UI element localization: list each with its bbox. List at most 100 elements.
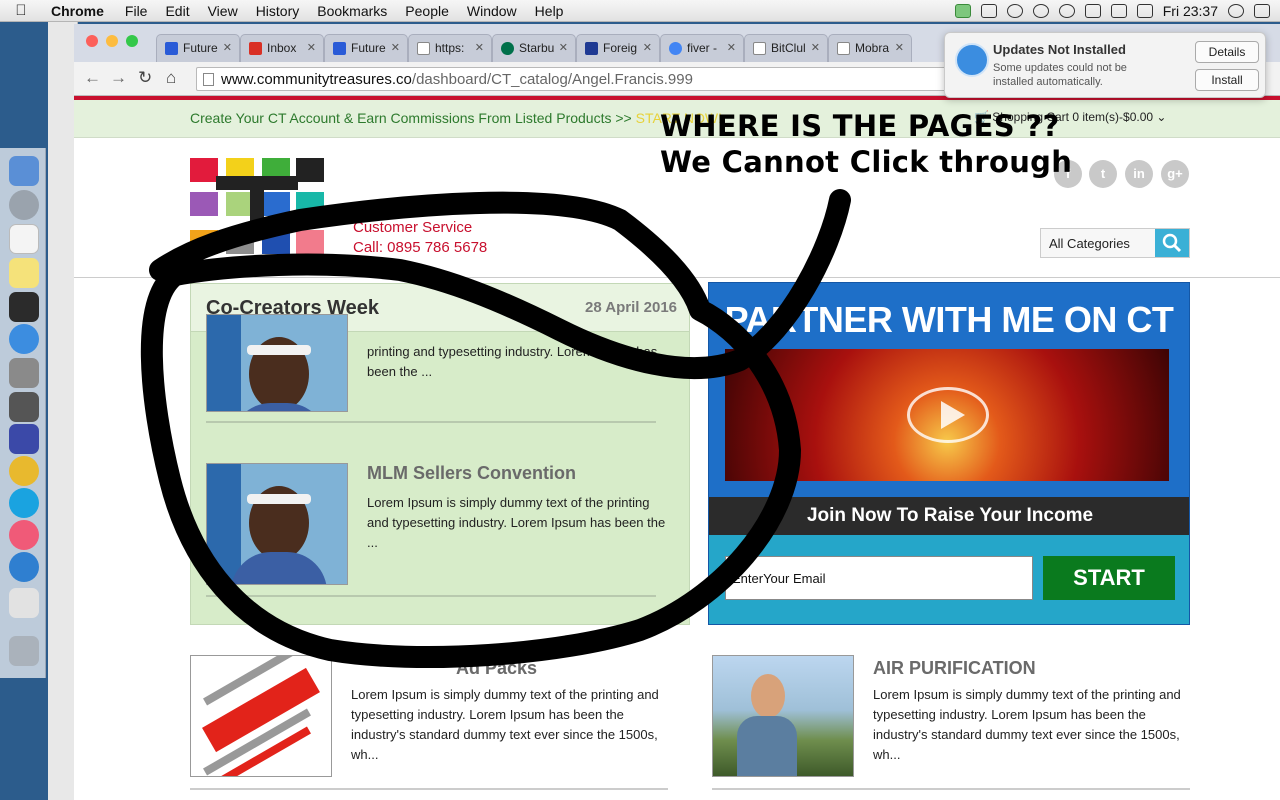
news-item-thumbnail[interactable] bbox=[206, 463, 348, 585]
promo-text[interactable]: Create Your CT Account & Earn Commission… bbox=[190, 110, 722, 126]
finder-icon[interactable] bbox=[9, 156, 39, 186]
openoffice-icon[interactable] bbox=[9, 552, 39, 582]
menu-app-name[interactable]: Chrome bbox=[42, 0, 116, 22]
site-logo[interactable] bbox=[190, 158, 324, 258]
email-field[interactable]: EnterYour Email bbox=[725, 556, 1033, 600]
menu-window[interactable]: Window bbox=[458, 0, 526, 22]
close-window-button[interactable] bbox=[86, 35, 98, 47]
close-tab-icon[interactable]: ✕ bbox=[475, 41, 484, 54]
notes-icon[interactable] bbox=[9, 258, 39, 288]
close-tab-icon[interactable]: ✕ bbox=[559, 41, 568, 54]
page-icon bbox=[417, 42, 430, 55]
favicon-icon bbox=[165, 42, 178, 55]
tab-inbox[interactable]: Inbox ✕ bbox=[240, 34, 324, 62]
home-icon[interactable]: ⌂ bbox=[166, 68, 176, 88]
close-tab-icon[interactable]: ✕ bbox=[391, 41, 400, 54]
tab-fiver[interactable]: fiver - ✕ bbox=[660, 34, 744, 62]
skype-icon[interactable] bbox=[9, 488, 39, 518]
siri-icon[interactable] bbox=[9, 424, 39, 454]
chevron-down-icon: ⌄ bbox=[1156, 110, 1167, 124]
menu-help[interactable]: Help bbox=[526, 0, 573, 22]
menu-edit[interactable]: Edit bbox=[156, 0, 198, 22]
product-title[interactable]: AIR PURIFICATION bbox=[873, 658, 1036, 679]
system-preferences-icon[interactable] bbox=[9, 358, 39, 388]
category-select[interactable]: All Categories bbox=[1040, 228, 1190, 258]
screenshot-icon[interactable] bbox=[9, 392, 39, 422]
battery-icon[interactable] bbox=[1136, 4, 1153, 18]
time-machine-icon[interactable] bbox=[1006, 4, 1023, 18]
bluetooth-icon[interactable] bbox=[1032, 4, 1049, 18]
promo-video[interactable] bbox=[725, 349, 1169, 481]
close-tab-icon[interactable]: ✕ bbox=[727, 41, 736, 54]
linkedin-icon[interactable]: in bbox=[1125, 160, 1153, 188]
product-thumbnail[interactable] bbox=[190, 655, 332, 777]
dock bbox=[0, 148, 46, 678]
notification-title: Updates Not Installed bbox=[993, 42, 1126, 57]
page-info-icon[interactable] bbox=[203, 73, 214, 86]
menu-history[interactable]: History bbox=[247, 0, 309, 22]
input-menu-icon[interactable] bbox=[1110, 4, 1127, 18]
page-icon bbox=[837, 42, 850, 55]
tab-future-1[interactable]: Future ✕ bbox=[156, 34, 240, 62]
app-store-icon[interactable] bbox=[9, 324, 39, 354]
search-button[interactable] bbox=[1155, 229, 1189, 257]
close-tab-icon[interactable]: ✕ bbox=[223, 41, 232, 54]
install-button[interactable]: Install bbox=[1195, 69, 1259, 91]
wifi-icon[interactable] bbox=[1058, 4, 1075, 18]
tab-starbucks[interactable]: Starbu ✕ bbox=[492, 34, 576, 62]
menu-view[interactable]: View bbox=[199, 0, 247, 22]
update-notification: Updates Not Installed Some updates could… bbox=[944, 32, 1266, 98]
menu-people[interactable]: People bbox=[396, 0, 458, 22]
close-tab-icon[interactable]: ✕ bbox=[811, 41, 820, 54]
spotlight-search-icon[interactable] bbox=[1228, 4, 1244, 18]
menu-bookmarks[interactable]: Bookmarks bbox=[308, 0, 396, 22]
zoom-window-button[interactable] bbox=[126, 35, 138, 47]
annotation-line: We Cannot Click through bbox=[660, 145, 1073, 179]
reminders-icon[interactable] bbox=[9, 224, 39, 254]
tab-mobra[interactable]: Mobra ✕ bbox=[828, 34, 912, 62]
header-divider bbox=[74, 277, 1280, 278]
gmail-icon bbox=[249, 42, 262, 55]
tab-foreign[interactable]: Foreig ✕ bbox=[576, 34, 660, 62]
apple-icon[interactable]:  bbox=[0, 2, 42, 19]
clock[interactable]: Fri 23:37 bbox=[1163, 3, 1218, 19]
product-description: Lorem Ipsum is simply dummy text of the … bbox=[873, 687, 1181, 762]
close-tab-icon[interactable]: ✕ bbox=[895, 41, 904, 54]
volume-icon[interactable] bbox=[1084, 4, 1101, 18]
twitter-icon[interactable]: t bbox=[1089, 160, 1117, 188]
news-item-thumbnail[interactable] bbox=[206, 314, 348, 412]
reload-icon[interactable]: ↻ bbox=[138, 68, 152, 88]
preview-icon[interactable] bbox=[9, 588, 39, 618]
product-thumbnail[interactable] bbox=[712, 655, 854, 777]
menu-file[interactable]: File bbox=[116, 0, 157, 22]
forward-arrow-icon[interactable]: → bbox=[110, 68, 127, 88]
play-triangle-icon bbox=[941, 401, 965, 429]
itunes-icon[interactable] bbox=[9, 520, 39, 550]
news-item-title[interactable]: MLM Sellers Convention bbox=[367, 463, 576, 484]
customer-service: Customer Service Call: 0895 786 5678 bbox=[353, 218, 487, 258]
tab-label: Mobra bbox=[855, 41, 890, 55]
list-menu-icon[interactable] bbox=[1254, 4, 1270, 18]
annotation-text: WHERE IS THE PAGES ?? We Cannot Click th… bbox=[660, 108, 1072, 180]
notification-center-icon[interactable] bbox=[980, 4, 997, 18]
google-plus-icon[interactable]: g+ bbox=[1161, 160, 1189, 188]
launchpad-icon[interactable] bbox=[9, 190, 39, 220]
minimize-window-button[interactable] bbox=[106, 35, 118, 47]
close-tab-icon[interactable]: ✕ bbox=[307, 41, 316, 54]
close-tab-icon[interactable]: ✕ bbox=[643, 41, 652, 54]
download-icon[interactable] bbox=[954, 4, 971, 18]
menubar:  Chrome File Edit View History Bookmark… bbox=[0, 0, 1280, 22]
flag-icon bbox=[585, 42, 598, 55]
details-button[interactable]: Details bbox=[1195, 41, 1259, 63]
trash-icon[interactable] bbox=[9, 636, 39, 666]
back-arrow-icon[interactable]: ← bbox=[84, 68, 101, 88]
tab-https[interactable]: https: ✕ bbox=[408, 34, 492, 62]
tab-label: BitClul bbox=[771, 41, 806, 55]
tab-future-2[interactable]: Future ✕ bbox=[324, 34, 408, 62]
start-button[interactable]: START bbox=[1043, 556, 1175, 600]
imovie-icon[interactable] bbox=[9, 292, 39, 322]
tab-bitclub[interactable]: BitClul ✕ bbox=[744, 34, 828, 62]
customer-service-phone[interactable]: Call: 0895 786 5678 bbox=[353, 238, 487, 258]
chrome-icon[interactable] bbox=[9, 456, 39, 486]
product-title[interactable]: Ad Packs bbox=[456, 658, 537, 679]
